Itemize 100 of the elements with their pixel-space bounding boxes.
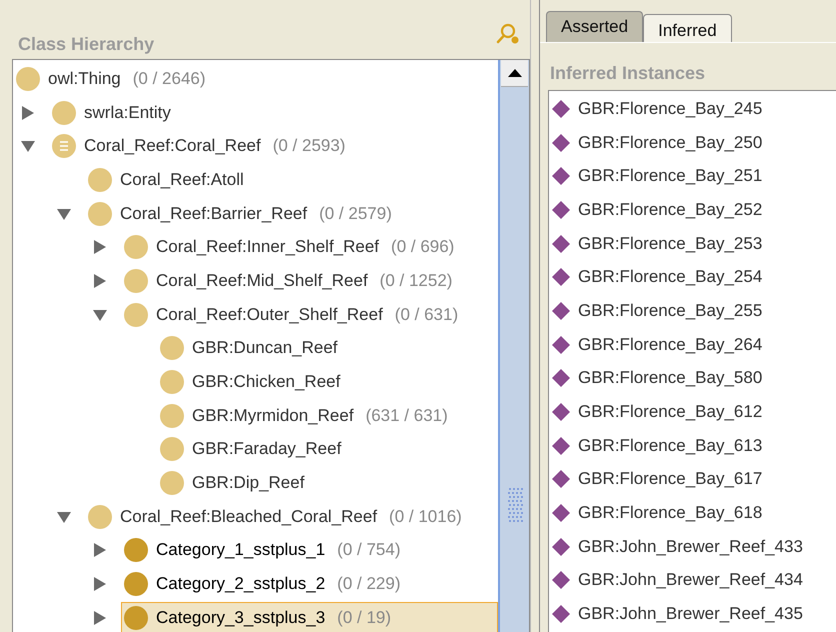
tree-item[interactable]: GBR:Myrmidon_Reef (631 / 631) bbox=[157, 400, 498, 432]
collapse-triangle-icon[interactable] bbox=[56, 206, 72, 221]
tree-item[interactable]: Coral_Reef:Inner_Shelf_Reef (0 / 696) bbox=[121, 231, 498, 264]
instance-count: (0 / 1016) bbox=[389, 506, 462, 527]
instance-count: (0 / 19) bbox=[337, 608, 392, 628]
instance-item[interactable]: GBR:Florence_Bay_251 bbox=[549, 159, 836, 194]
instance-item[interactable]: GBR:Florence_Bay_254 bbox=[549, 260, 836, 294]
class-label: Coral_Reef:Bleached_Coral_Reef bbox=[120, 506, 378, 527]
instance-item[interactable]: GBR:Florence_Bay_250 bbox=[549, 126, 836, 160]
instance-label: GBR:Florence_Bay_252 bbox=[578, 200, 762, 220]
tree-item[interactable]: GBR:Duncan_Reef bbox=[157, 332, 498, 364]
tab[interactable]: Inferred bbox=[643, 14, 732, 42]
instance-item[interactable]: GBR:Florence_Bay_618 bbox=[549, 496, 836, 530]
class-label: GBR:Faraday_Reef bbox=[192, 439, 342, 460]
diamond-icon bbox=[551, 234, 571, 254]
panel-title: Inferred Instances bbox=[550, 63, 706, 84]
tree-item[interactable]: Coral_Reef:Mid_Shelf_Reef (0 / 1252) bbox=[121, 264, 498, 297]
tree-item[interactable]: Coral_Reef:Outer_Shelf_Reef (0 / 631) bbox=[121, 298, 498, 331]
instance-item[interactable]: GBR:Florence_Bay_612 bbox=[549, 395, 836, 429]
diamond-icon bbox=[551, 604, 571, 624]
tree-item[interactable]: Coral_Reef:Coral_Reef (0 / 2593) bbox=[49, 130, 498, 162]
scrollbar[interactable] bbox=[498, 60, 529, 632]
instance-label: GBR:Florence_Bay_264 bbox=[578, 334, 762, 355]
instance-label: GBR:Florence_Bay_245 bbox=[578, 98, 762, 119]
instance-label: GBR:Florence_Bay_612 bbox=[578, 402, 762, 422]
diamond-icon bbox=[551, 300, 571, 321]
tree-item[interactable]: owl:Thing (0 / 2646) bbox=[13, 62, 498, 95]
instance-label: GBR:Florence_Bay_617 bbox=[578, 469, 762, 490]
expand-triangle-icon[interactable] bbox=[92, 239, 108, 256]
diamond-icon bbox=[551, 436, 571, 456]
instance-item[interactable]: GBR:Florence_Bay_253 bbox=[549, 226, 836, 260]
instance-item[interactable]: GBR:Florence_Bay_613 bbox=[549, 428, 836, 463]
diamond-icon bbox=[551, 267, 571, 288]
class-label: Coral_Reef:Inner_Shelf_Reef bbox=[156, 237, 380, 258]
diamond-icon bbox=[551, 132, 571, 153]
class-label: GBR:Chicken_Reef bbox=[192, 372, 340, 392]
tree-item[interactable]: Coral_Reef:Barrier_Reef (0 / 2579) bbox=[85, 198, 498, 230]
instance-item[interactable]: GBR:Florence_Bay_255 bbox=[549, 294, 836, 328]
diamond-icon bbox=[551, 166, 571, 186]
class-label: GBR:Dip_Reef bbox=[192, 473, 304, 494]
class-label: GBR:Duncan_Reef bbox=[192, 338, 338, 358]
instance-item[interactable]: GBR:Florence_Bay_617 bbox=[549, 462, 836, 496]
tree-item[interactable]: Coral_Reef:Bleached_Coral_Reef (0 / 1016) bbox=[85, 500, 498, 533]
expand-triangle-icon[interactable] bbox=[92, 610, 108, 626]
expand-triangle-icon[interactable] bbox=[92, 272, 108, 289]
class-label: Coral_Reef:Coral_Reef bbox=[84, 136, 261, 156]
selected-tree-item[interactable]: Category_3_sstplus_3 (0 / 19) bbox=[121, 602, 498, 632]
instance-count: (0 / 696) bbox=[391, 237, 454, 258]
diamond-icon bbox=[551, 536, 571, 557]
tree-item[interactable]: swrla:Entity bbox=[49, 96, 498, 129]
diamond-icon bbox=[551, 98, 571, 119]
instance-label: GBR:Florence_Bay_618 bbox=[578, 503, 762, 524]
class-label: Coral_Reef:Outer_Shelf_Reef bbox=[156, 304, 383, 325]
expand-triangle-icon[interactable] bbox=[20, 104, 36, 121]
instance-label: GBR:John_Brewer_Reef_435 bbox=[578, 604, 803, 624]
instance-label: GBR:Florence_Bay_580 bbox=[578, 368, 762, 388]
instance-item[interactable]: GBR:Florence_Bay_245 bbox=[549, 92, 836, 126]
class-label: Coral_Reef:Mid_Shelf_Reef bbox=[156, 270, 368, 291]
instance-count: (0 / 631) bbox=[394, 304, 458, 325]
instance-item[interactable]: GBR:Florence_Bay_264 bbox=[549, 328, 836, 362]
instance-item[interactable]: GBR:John_Brewer_Reef_433 bbox=[549, 530, 836, 564]
expand-triangle-icon[interactable] bbox=[92, 542, 108, 558]
instance-count: (631 / 631) bbox=[366, 406, 448, 426]
scroll-up-button[interactable] bbox=[501, 60, 528, 87]
instance-item[interactable]: GBR:John_Brewer_Reef_435 bbox=[549, 597, 836, 631]
tree-item[interactable]: GBR:Faraday_Reef bbox=[157, 433, 498, 466]
instance-count: (0 / 229) bbox=[337, 574, 400, 594]
instance-count: (0 / 2579) bbox=[319, 204, 392, 224]
collapse-triangle-icon[interactable] bbox=[20, 139, 36, 154]
class-label: Category_2_sstplus_2 bbox=[156, 574, 326, 594]
diamond-icon bbox=[551, 469, 571, 490]
class-label: owl:Thing bbox=[48, 68, 121, 89]
tree-item[interactable]: Category_2_sstplus_2 (0 / 229) bbox=[121, 568, 498, 600]
expand-triangle-icon[interactable] bbox=[92, 576, 108, 592]
instance-item[interactable]: GBR:Florence_Bay_580 bbox=[549, 362, 836, 396]
tab[interactable]: Asserted bbox=[546, 11, 644, 42]
instance-count: (0 / 2593) bbox=[272, 136, 346, 156]
diamond-icon bbox=[551, 402, 571, 422]
tree-item[interactable]: Category_1_sstplus_1 (0 / 754) bbox=[121, 534, 498, 566]
collapse-triangle-icon[interactable] bbox=[56, 510, 72, 524]
class-label: Coral_Reef:Barrier_Reef bbox=[120, 204, 308, 224]
diamond-icon bbox=[551, 334, 571, 355]
collapse-triangle-icon[interactable] bbox=[92, 308, 108, 322]
tree-item[interactable]: GBR:Dip_Reef bbox=[157, 467, 498, 500]
instance-count: (0 / 754) bbox=[337, 540, 400, 560]
diamond-icon bbox=[551, 368, 571, 388]
tree-item[interactable]: GBR:Chicken_Reef bbox=[157, 366, 498, 398]
instance-item[interactable]: GBR:John_Brewer_Reef_434 bbox=[549, 564, 836, 598]
class-label: Category_3_sstplus_3 bbox=[156, 608, 326, 628]
class-label: GBR:Myrmidon_Reef bbox=[192, 406, 354, 426]
instance-label: GBR:Florence_Bay_255 bbox=[578, 300, 762, 321]
instance-item[interactable]: GBR:Florence_Bay_252 bbox=[549, 193, 836, 227]
instance-label: GBR:Florence_Bay_251 bbox=[578, 166, 762, 186]
tree-item[interactable]: Coral_Reef:Atoll bbox=[85, 164, 498, 196]
grip-icon bbox=[506, 486, 522, 522]
class-label: Coral_Reef:Atoll bbox=[120, 170, 244, 190]
class-label: swrla:Entity bbox=[84, 102, 171, 123]
up-arrow-icon bbox=[508, 69, 522, 77]
instance-label: GBR:John_Brewer_Reef_434 bbox=[578, 570, 803, 590]
instance-label: GBR:Florence_Bay_253 bbox=[578, 234, 762, 254]
